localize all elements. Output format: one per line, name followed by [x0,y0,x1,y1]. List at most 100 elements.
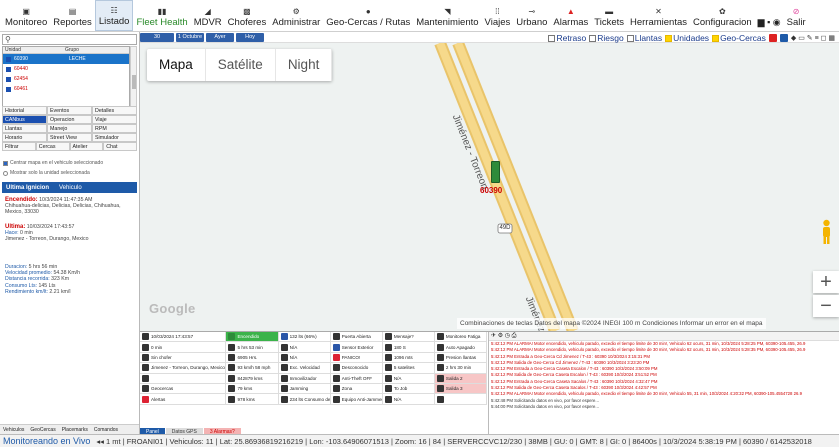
tab-ultima-ignicion[interactable]: Ultima Ignicion [6,185,49,191]
vehicle-marker-icon[interactable] [491,161,500,183]
action-filtrar[interactable]: Filtrar [2,142,36,151]
status-cell: Presion llantas [435,352,488,363]
unit-row[interactable]: 62454 [3,74,129,84]
status-cell: N/A [383,373,435,383]
toolbar-tickets[interactable]: ▬ Tickets [591,0,627,31]
action-viaje[interactable]: Viaje [92,115,137,124]
toolbar-administrar[interactable]: ⚙ Administrar [269,0,323,31]
status-value: 978 kms [237,396,255,402]
street-view-pegman-icon[interactable] [820,219,833,245]
toolbar-label: MDVR [193,17,222,28]
map-type-night[interactable]: Night [276,49,333,81]
toolbar-mantenimiento[interactable]: ◥ Mantenimiento [413,0,481,31]
action-eventos[interactable]: Eventos [47,106,92,115]
toolbar-viajes[interactable]: ⁞⁞ Viajes [482,0,514,31]
toolbar-listado[interactable]: ☷ Listado [94,0,134,31]
status-value: 1096 mts [393,354,413,360]
action-detalles[interactable]: Detalles [92,106,137,115]
map-attribution[interactable]: Combinaciones de teclas Datos del mapa ©… [457,318,766,329]
tab-vehiculo[interactable]: Vehiculo [59,185,82,191]
status-cell: 0 min [140,342,227,352]
tab-comandos[interactable]: Comandos [94,427,118,433]
action-cercas[interactable]: Cercas [35,142,70,151]
action-atelier[interactable]: Atelier [69,142,104,151]
toolbar-alarmas[interactable]: ▲ Alarmas [550,0,591,31]
toolbar-monitoreo[interactable]: ▣ Monitoreo [2,0,50,31]
stop-icon[interactable] [768,33,777,42]
date-button-hoy[interactable]: Hoy [236,33,264,42]
status-icon [436,364,444,372]
status-icon [384,395,392,403]
record-icon[interactable] [779,33,788,42]
tab-geocercas[interactable]: GeoCercas [30,427,55,433]
toolbar-herramientas[interactable]: ✕ Herramientas [627,0,690,31]
toolbar-label: Tickets [594,17,624,28]
unit-row[interactable]: 60440 [3,64,129,74]
status-value: N/A [393,375,402,381]
tab-vehiculos[interactable]: Vehiculos [3,427,24,433]
toolbar-fleet-health[interactable]: ▮▮ Fleet Health [133,0,190,31]
toolbar-label: Herramientas [630,17,688,28]
filter-unidades[interactable]: Unidades [665,33,709,43]
map-view[interactable]: Jiménez - Torreon Jiménez 49D 60390 Mapa… [140,43,839,331]
action-canbus[interactable]: CANbus [2,115,47,124]
tab-placemarks[interactable]: Placemarks [62,427,88,433]
filter-retraso[interactable]: Retraso [548,33,586,43]
date-button-1-oct[interactable]: 1 Octubre [176,33,204,42]
zoom-out-button[interactable]: − [813,295,839,317]
toolbar-salir[interactable]: ⊘ Salir [784,0,809,31]
status-value: Presion llantas [445,354,477,360]
status-value: Puerta Abierta [341,334,371,340]
action-simulador[interactable]: Simulador [92,133,137,142]
ignition-info: Encendido: 10/3/2024 11:47:35 AM Chihuah… [5,197,121,216]
status-value: 79 kms [237,386,253,392]
map-type-mapa[interactable]: Mapa [147,49,206,81]
drivers-icon: ▩ [243,7,251,16]
date-button-ayer[interactable]: Ayer [206,33,234,42]
geofence-icon: ● [365,7,371,16]
unit-search-input[interactable]: ⚲ [2,34,137,45]
status-icon [228,395,236,403]
map-type-satelite[interactable]: Satélite [206,49,276,81]
center-map-option[interactable]: Centrar mapa en el vehiculo seleccionado [3,160,103,166]
status-value: Jimenez - Torreon, Durango, Mexico [151,365,225,371]
status-cell: Auto Apagado [435,342,488,352]
unit-row[interactable]: 60390 LECHE [3,54,129,64]
status-value: Exc. Velocidad [289,365,320,371]
log-entry: 5:44:00 PM Solicitando datos en vivo, po… [491,403,599,409]
action-operacion[interactable]: Operacion [47,115,92,124]
toolbar-geo-cercas-rutas[interactable]: ● Geo-Cercas / Rutas [323,0,413,31]
unit-row[interactable]: 60461 [3,84,129,94]
toolbar-reportes[interactable]: ▤ Reportes [50,0,95,31]
action-street-view[interactable]: Street View [47,133,92,142]
toolbar-configuracion[interactable]: ✿ Configuracion [690,0,755,31]
toolbar-choferes[interactable]: ▩ Choferes [225,0,270,31]
status-cell: Exc. Velocidad [279,363,331,373]
date-button-30-sep[interactable]: 30 Septiembre [140,33,174,49]
zoom-in-button[interactable]: + [813,271,839,293]
filter-geocercas[interactable]: Geo-Cercas [712,33,766,43]
filter-llantas[interactable]: Llantas [626,33,662,43]
status-value: Geocercas [151,386,174,392]
unit-actions-grid: Historial Eventos Detalles CANbus Operacion V… [2,106,137,151]
action-manejo[interactable]: Manejo [47,124,92,133]
filter-riesgo[interactable]: Riesgo [589,33,624,43]
action-horario[interactable]: Horario [2,133,47,142]
status-value: Zona [341,386,353,392]
show-only-selected-option[interactable]: Mostrar solo la unidad seleccionada [3,170,90,176]
toolbar-extra-icons[interactable]: ▆ ▪ ◉ [755,0,784,31]
status-value: 234 lts Consumo del dia [289,396,331,402]
unit-id: 60461 [14,86,28,92]
action-llantas[interactable]: Llantas [2,124,47,133]
status-value: Jamming [289,386,309,392]
status-cell: 180 S [383,342,435,352]
toolbar-urbano[interactable]: ⊸ Urbano [513,0,550,31]
map-tools-icons[interactable]: ◆ ▭ ✎ ≡ ◻ ▦ [791,34,835,42]
toolbar-mdvr[interactable]: ◢ MDVR [191,0,225,31]
log-toolbar[interactable]: ✈ ⚙ ◷ ⎙ [489,332,839,341]
status-icon [228,364,236,372]
action-historial[interactable]: Historial [2,106,47,115]
toolbar-label: Listado [98,16,130,27]
action-rpm[interactable]: RPM [92,124,137,133]
action-chat[interactable]: Chat [103,142,137,151]
